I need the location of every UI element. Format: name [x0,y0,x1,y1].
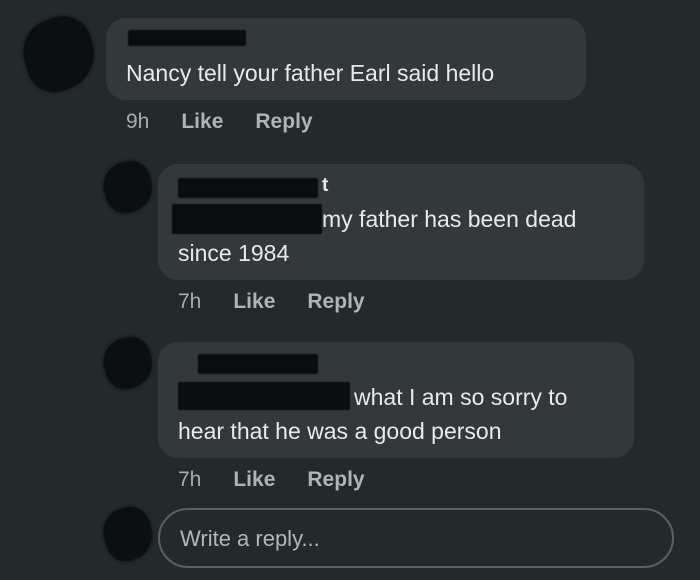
reply-button[interactable]: Reply [255,110,312,134]
redacted-text [172,204,322,234]
redacted-name [198,354,318,374]
comment-bubble: what I am so sorry to hear that he was a… [158,342,634,458]
reply-input[interactable] [178,518,652,560]
redacted-name [178,178,318,198]
comment-text-line: what I am so sorry to [354,384,568,410]
avatar[interactable] [97,331,159,395]
comment-timestamp: 7h [178,290,202,313]
comment-text: Nancy tell your father Earl said hello [126,60,495,86]
comment-actions: 9h Like Reply [126,110,345,134]
comment-text-line: hear that he was a good person [178,418,502,444]
comment-actions: 7h Like Reply [178,290,397,314]
comment-timestamp: 9h [126,110,150,133]
comment-timestamp: 7h [178,468,202,491]
comment-text-line: since 1984 [178,240,290,266]
like-button[interactable]: Like [181,110,223,134]
comment-bubble: Nancy tell your father Earl said hello [106,18,586,100]
comment-bubble: t my father has been dead since 1984 [158,164,644,280]
avatar[interactable] [97,155,159,219]
like-button[interactable]: Like [233,290,275,314]
avatar [97,501,159,567]
reply-button[interactable]: Reply [307,468,364,492]
comment-actions: 7h Like Reply [178,468,397,492]
redacted-name [128,30,246,46]
comment-author-fragment: t [322,175,329,196]
redacted-text [178,382,350,410]
avatar[interactable] [14,8,104,100]
comment-text-line: my father has been dead [322,206,577,232]
like-button[interactable]: Like [233,468,275,492]
reply-button[interactable]: Reply [307,290,364,314]
reply-composer[interactable] [158,508,674,568]
